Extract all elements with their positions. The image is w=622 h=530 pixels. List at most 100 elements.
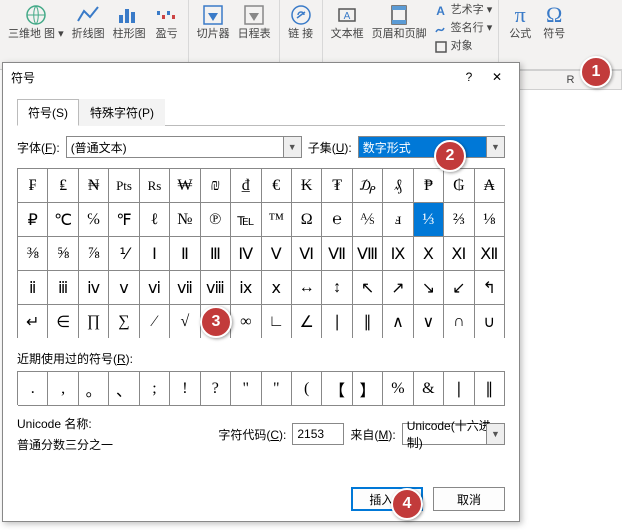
symbol-cell[interactable]: ₭ xyxy=(292,169,322,203)
dialog-close-button[interactable]: ✕ xyxy=(483,65,511,89)
subset-select[interactable]: 数字形式 ▼ xyxy=(358,136,505,158)
symbol-cell[interactable]: ⅷ xyxy=(201,271,231,305)
dialog-help-button[interactable]: ? xyxy=(455,65,483,89)
symbol-cell[interactable]: Ⅶ xyxy=(322,237,352,271)
symbol-cell[interactable]: ↗ xyxy=(383,271,413,305)
symbol-cell[interactable]: ₩ xyxy=(170,169,200,203)
symbol-cell[interactable]: ∪ xyxy=(475,305,505,338)
ribbon-sparkline-column-button[interactable]: 柱形图 xyxy=(109,2,150,41)
tab-special-chars[interactable]: 特殊字符(P) xyxy=(79,99,165,126)
recent-symbol-cell[interactable]: ∣ xyxy=(444,372,474,406)
symbol-cell[interactable]: ⅎ xyxy=(383,203,413,237)
symbol-cell[interactable]: ∥ xyxy=(353,305,383,338)
symbol-cell[interactable]: ⅱ xyxy=(18,271,48,305)
symbol-cell[interactable]: ↕ xyxy=(322,271,352,305)
from-select[interactable]: Unicode(十六进制) ▼ xyxy=(402,423,505,445)
symbol-cell[interactable]: Ⅷ xyxy=(353,237,383,271)
recent-symbol-cell[interactable]: ∥ xyxy=(475,372,505,406)
recent-symbol-cell[interactable]: 、 xyxy=(109,372,139,406)
symbol-cell[interactable]: ↵ xyxy=(18,305,48,338)
symbol-cell[interactable]: ⅟ xyxy=(109,237,139,271)
symbol-cell[interactable]: ∕ xyxy=(140,305,170,338)
tab-symbols[interactable]: 符号(S) xyxy=(17,99,79,126)
symbol-cell[interactable]: ⅓ xyxy=(414,203,444,237)
recent-symbol-cell[interactable]: 】 xyxy=(353,372,383,406)
ribbon-3d-map-button[interactable]: 三维地 图 ▾ xyxy=(4,2,68,41)
font-select[interactable]: (普通文本) ▼ xyxy=(66,136,302,158)
symbol-cell[interactable]: Ⅲ xyxy=(201,237,231,271)
symbol-cell[interactable]: ↙ xyxy=(444,271,474,305)
symbol-cell[interactable]: ⅵ xyxy=(140,271,170,305)
cancel-button[interactable]: 取消 xyxy=(433,487,505,511)
symbol-cell[interactable]: Ⅸ xyxy=(383,237,413,271)
symbol-cell[interactable]: Ⅰ xyxy=(140,237,170,271)
recent-symbol-cell[interactable]: ; xyxy=(140,372,170,406)
symbol-cell[interactable]: Ⅺ xyxy=(444,237,474,271)
ribbon-object-button[interactable]: 对象 xyxy=(431,39,495,55)
recent-symbol-cell[interactable]: . xyxy=(18,372,48,406)
symbol-cell[interactable]: ℡ xyxy=(231,203,261,237)
symbol-cell[interactable]: ₳ xyxy=(475,169,505,203)
ribbon-header-footer-button[interactable]: 页眉和页脚 xyxy=(368,2,431,56)
recent-symbol-cell[interactable]: 。 xyxy=(79,372,109,406)
symbol-cell[interactable]: ₣ xyxy=(18,169,48,203)
symbol-cell[interactable]: Ω xyxy=(292,203,322,237)
symbol-cell[interactable]: Pts xyxy=(109,169,139,203)
symbol-cell[interactable]: ₲ xyxy=(444,169,474,203)
symbol-cell[interactable]: Ⅱ xyxy=(170,237,200,271)
recent-symbol-cell[interactable]: ? xyxy=(201,372,231,406)
symbol-cell[interactable]: ℃ xyxy=(48,203,78,237)
symbol-cell[interactable]: № xyxy=(170,203,200,237)
symbol-cell[interactable]: ₪ xyxy=(201,169,231,203)
symbol-cell[interactable]: ℗ xyxy=(201,203,231,237)
symbol-cell[interactable]: ⅶ xyxy=(170,271,200,305)
symbol-cell[interactable]: ₤ xyxy=(48,169,78,203)
symbol-cell[interactable]: ⅸ xyxy=(231,271,261,305)
symbol-cell[interactable]: ₦ xyxy=(79,169,109,203)
symbol-cell[interactable]: ℓ xyxy=(140,203,170,237)
symbol-cell[interactable]: ₯ xyxy=(353,169,383,203)
symbol-cell[interactable]: ∣ xyxy=(322,305,352,338)
ribbon-symbol-button[interactable]: Ω 符号 xyxy=(537,2,571,41)
symbol-cell[interactable]: ↖ xyxy=(353,271,383,305)
symbol-cell[interactable]: ↘ xyxy=(414,271,444,305)
symbol-cell[interactable]: € xyxy=(262,169,292,203)
symbol-cell[interactable]: ⅞ xyxy=(79,237,109,271)
ribbon-signature-button[interactable]: 签名行 ▾ xyxy=(431,21,495,37)
symbol-cell[interactable]: ℉ xyxy=(109,203,139,237)
symbol-cell[interactable]: ₰ xyxy=(383,169,413,203)
symbol-cell[interactable]: ₱ xyxy=(414,169,444,203)
symbol-cell[interactable]: ∞ xyxy=(231,305,261,338)
symbol-cell[interactable]: ⅜ xyxy=(18,237,48,271)
symbol-cell[interactable]: ∧ xyxy=(383,305,413,338)
recent-symbol-cell[interactable]: , xyxy=(48,372,78,406)
symbol-cell[interactable]: Ⅹ xyxy=(414,237,444,271)
recent-symbol-cell[interactable]: ( xyxy=(292,372,322,406)
symbol-cell[interactable]: ∨ xyxy=(414,305,444,338)
ribbon-sparkline-line-button[interactable]: 折线图 xyxy=(68,2,109,41)
symbol-cell[interactable]: ∠ xyxy=(292,305,322,338)
ribbon-equation-button[interactable]: π 公式 xyxy=(503,2,537,41)
ribbon-sparkline-winloss-button[interactable]: 盈亏 xyxy=(150,2,184,41)
symbol-cell[interactable]: ⅍ xyxy=(353,203,383,237)
symbol-cell[interactable]: Ⅻ xyxy=(475,237,505,271)
symbol-cell[interactable]: ⅝ xyxy=(48,237,78,271)
symbol-cell[interactable]: Ⅳ xyxy=(231,237,261,271)
symbol-cell[interactable]: ℮ xyxy=(322,203,352,237)
ribbon-textbox-button[interactable]: A 文本框 xyxy=(327,2,368,56)
symbol-cell[interactable]: ₽ xyxy=(18,203,48,237)
symbol-cell[interactable]: √ xyxy=(170,305,200,338)
symbol-cell[interactable]: Ⅴ xyxy=(262,237,292,271)
ribbon-timeline-button[interactable]: 日程表 xyxy=(234,2,275,41)
recent-symbol-cell[interactable]: " xyxy=(231,372,261,406)
symbol-cell[interactable]: ⅔ xyxy=(444,203,474,237)
symbol-cell[interactable]: ∈ xyxy=(48,305,78,338)
ribbon-link-button[interactable]: 链 接 xyxy=(284,2,318,41)
symbol-cell[interactable]: ⅛ xyxy=(475,203,505,237)
recent-symbol-cell[interactable]: % xyxy=(383,372,413,406)
symbol-cell[interactable]: ₫ xyxy=(231,169,261,203)
symbol-cell[interactable]: ™ xyxy=(262,203,292,237)
recent-symbol-cell[interactable]: & xyxy=(414,372,444,406)
symbol-cell[interactable]: Ⅵ xyxy=(292,237,322,271)
recent-symbol-cell[interactable]: " xyxy=(262,372,292,406)
